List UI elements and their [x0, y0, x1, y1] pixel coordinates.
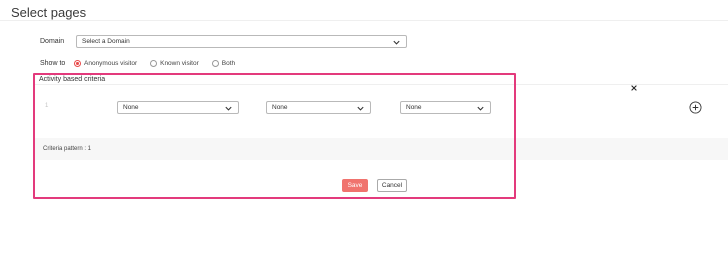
- radio-both[interactable]: Both: [211, 60, 236, 67]
- criteria-select-2[interactable]: None: [266, 101, 371, 114]
- chevron-down-icon: [357, 106, 364, 111]
- page-title: Select pages: [11, 5, 87, 20]
- highlight-box: [33, 73, 516, 199]
- chevron-down-icon: [393, 40, 400, 45]
- domain-select[interactable]: Select a Domain: [76, 35, 407, 48]
- add-circle-icon[interactable]: [689, 101, 702, 114]
- criteria-select-3[interactable]: None: [400, 101, 491, 114]
- criteria-select-value: None: [272, 104, 288, 111]
- criteria-select-value: None: [123, 104, 139, 111]
- show-to-radio-group: Anonymous visitor Known visitor Both: [74, 60, 248, 67]
- radio-label: Both: [221, 60, 236, 67]
- criteria-row-index: 1: [45, 103, 49, 109]
- title-divider: [0, 20, 728, 21]
- radio-known-visitor[interactable]: Known visitor: [150, 60, 199, 67]
- criteria-select-1[interactable]: None: [117, 101, 239, 114]
- radio-unselected-icon: [150, 60, 158, 67]
- radio-anonymous-visitor[interactable]: Anonymous visitor: [74, 60, 137, 67]
- domain-select-value: Select a Domain: [82, 38, 130, 45]
- chevron-down-icon: [477, 106, 484, 111]
- save-button[interactable]: Save: [342, 179, 368, 192]
- domain-label: Domain: [40, 38, 65, 45]
- chevron-down-icon: [225, 106, 232, 111]
- radio-selected-icon: [74, 60, 81, 67]
- criteria-select-value: None: [406, 104, 422, 111]
- close-icon[interactable]: [630, 84, 638, 92]
- radio-label: Known visitor: [160, 60, 199, 67]
- radio-label: Anonymous visitor: [84, 60, 138, 67]
- cancel-button[interactable]: Cancel: [377, 179, 407, 192]
- criteria-pattern-text: Criteria pattern : 1: [43, 146, 92, 152]
- show-to-label: Show to: [40, 60, 66, 67]
- criteria-title: Activity based criteria: [39, 76, 106, 83]
- radio-unselected-icon: [211, 60, 219, 67]
